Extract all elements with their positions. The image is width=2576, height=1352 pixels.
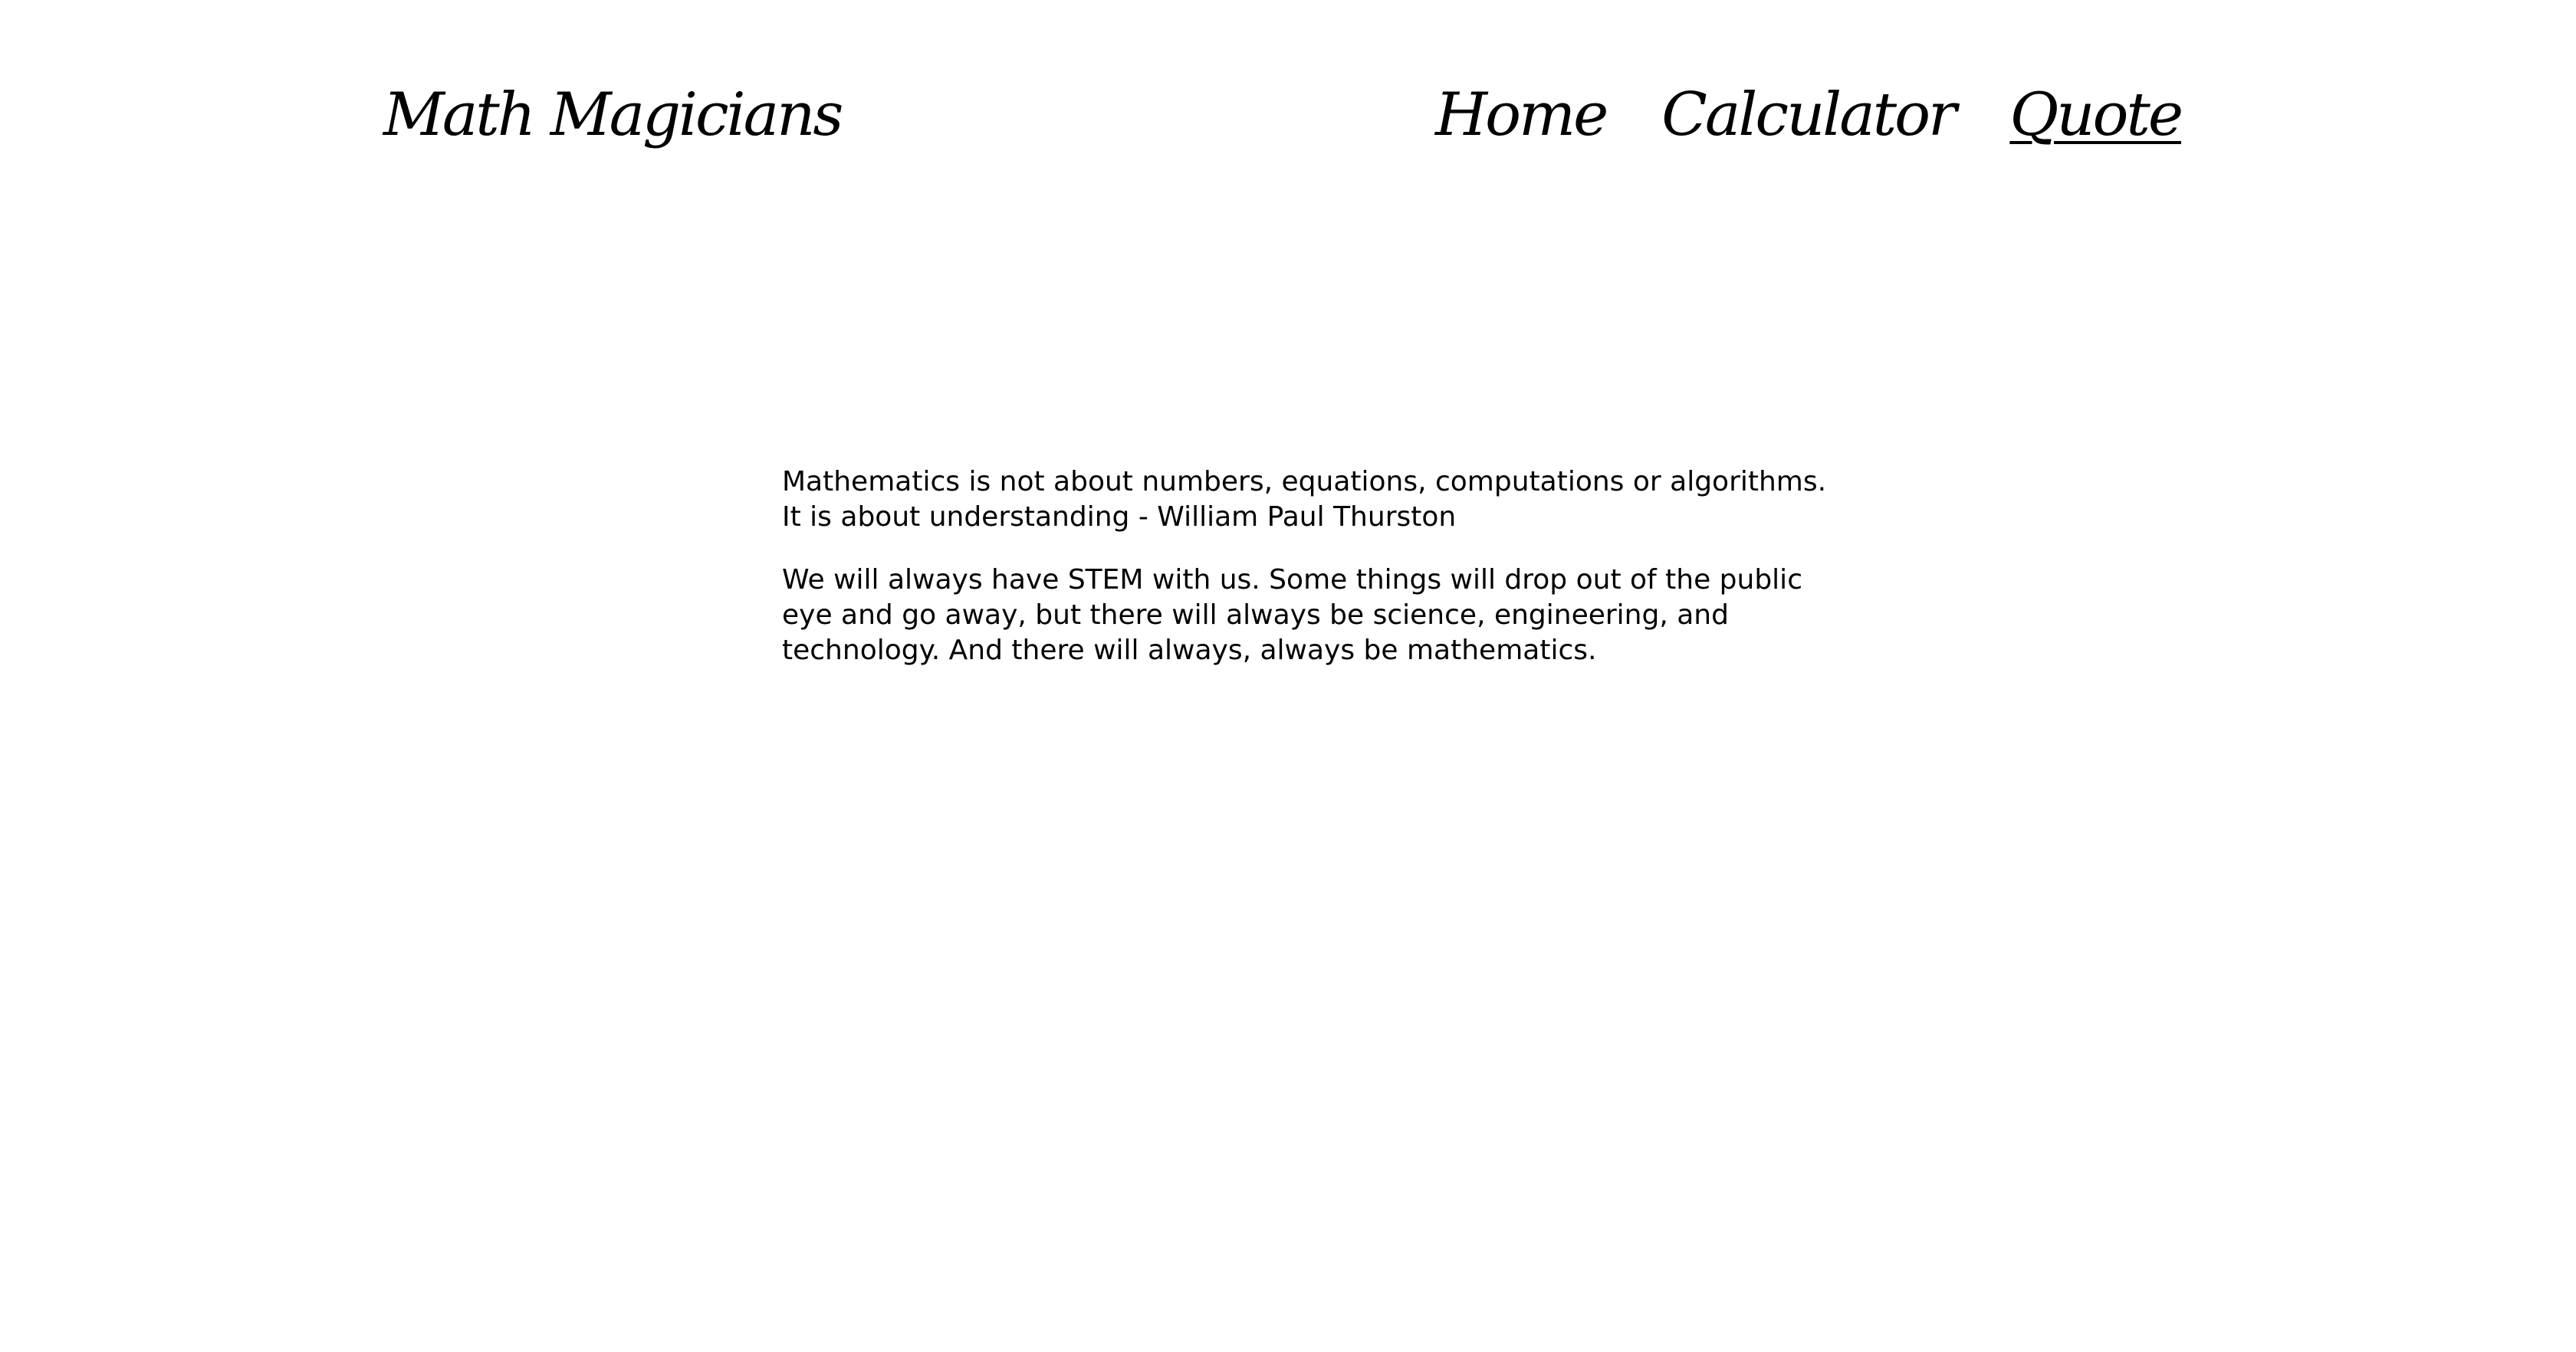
quote-paragraph: We will always have STEM with us. Some t… <box>782 564 1802 666</box>
brand-logo-text: Math Magicians <box>383 80 843 149</box>
quote-paragraph: Mathematics is not about numbers, equati… <box>782 466 1827 533</box>
page: Math Magicians Home Calculator Quote Mat… <box>0 0 2576 1352</box>
quote-section: Mathematics is not about numbers, equati… <box>782 464 1840 696</box>
nav-link-calculator[interactable]: Calculator <box>1661 80 1957 149</box>
nav-links: Home Calculator Quote <box>1435 80 2183 149</box>
nav-link-home[interactable]: Home <box>1435 80 1608 149</box>
nav-link-quote[interactable]: Quote <box>2009 80 2183 149</box>
navbar: Math Magicians Home Calculator Quote <box>383 61 2183 169</box>
